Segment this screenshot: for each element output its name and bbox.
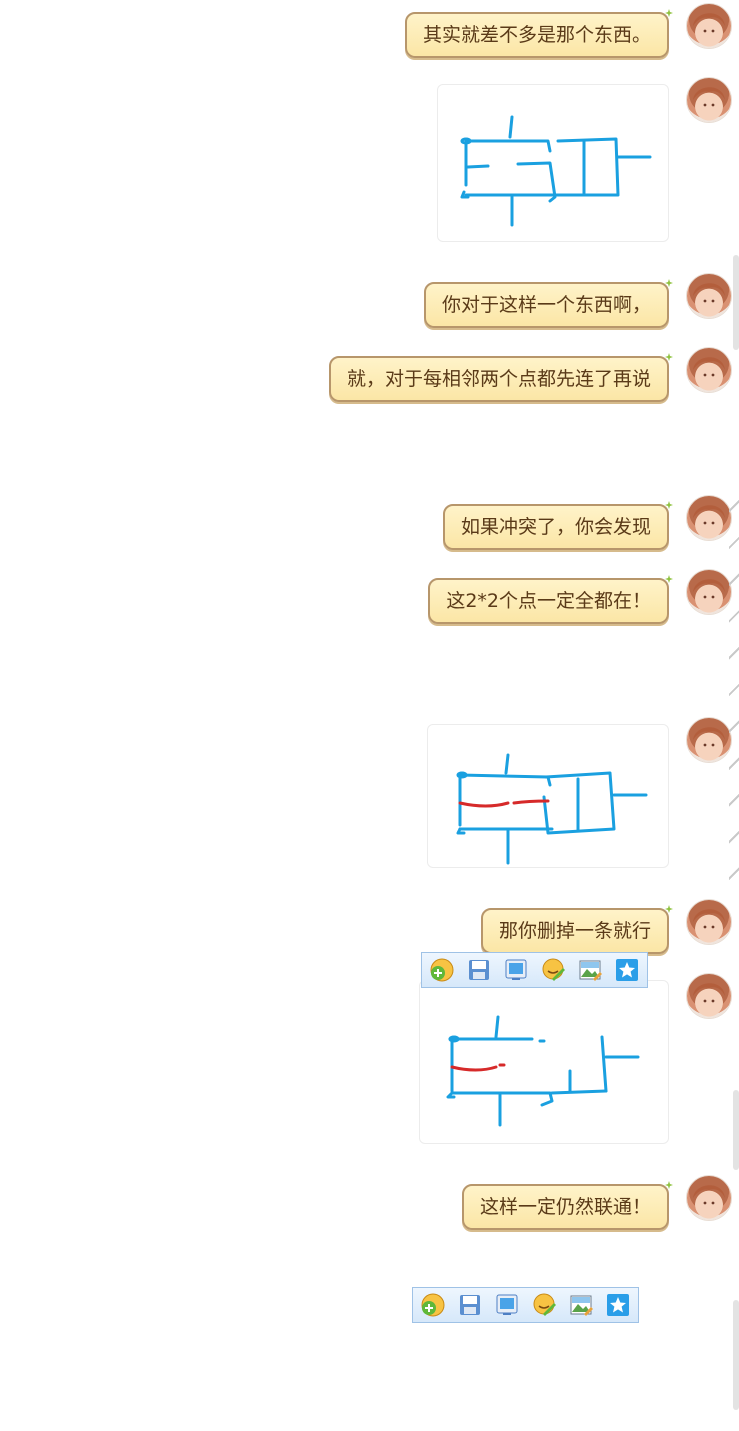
- emoji-add-icon: [421, 1293, 445, 1317]
- scrollbar-thumb[interactable]: [733, 1300, 739, 1410]
- image-message[interactable]: [419, 980, 669, 1144]
- message-bubble[interactable]: 如果冲突了，你会发现: [442, 504, 669, 550]
- image-edit-icon: [579, 960, 602, 981]
- favorite-button[interactable]: [604, 1291, 632, 1319]
- screen-icon: [505, 959, 527, 980]
- emoji-edit-button[interactable]: [539, 956, 567, 984]
- screen-button[interactable]: [502, 956, 530, 984]
- favorite-button[interactable]: [613, 956, 641, 984]
- sketch-image: [460, 115, 652, 227]
- avatar[interactable]: [687, 974, 731, 1018]
- avatar[interactable]: [687, 348, 731, 392]
- avatar[interactable]: [687, 78, 731, 122]
- emoji-edit-icon: [542, 958, 565, 981]
- scrollbar-thumb[interactable]: [733, 255, 739, 350]
- message-bubble[interactable]: 其实就差不多是那个东西。: [404, 12, 669, 58]
- image-edit-button[interactable]: [576, 956, 604, 984]
- screen-button[interactable]: [493, 1291, 521, 1319]
- emoji-edit-button[interactable]: [530, 1291, 558, 1319]
- emoji-add-button[interactable]: [428, 956, 456, 984]
- emoji-edit-icon: [533, 1293, 556, 1316]
- save-icon: [460, 1295, 480, 1315]
- message-bubble[interactable]: 那你删掉一条就行: [480, 908, 669, 954]
- avatar[interactable]: [687, 570, 731, 614]
- image-toolbar: [412, 1287, 639, 1323]
- message-bubble[interactable]: 这样一定仍然联通！: [461, 1184, 669, 1230]
- save-button[interactable]: [465, 956, 493, 984]
- save-icon: [469, 960, 489, 980]
- emoji-add-icon: [430, 958, 454, 982]
- avatar[interactable]: [687, 1176, 731, 1220]
- sketch-image: [446, 1015, 640, 1127]
- avatar[interactable]: [687, 496, 731, 540]
- scrollbar-thumb[interactable]: [733, 1090, 739, 1170]
- emoji-add-button[interactable]: [419, 1291, 447, 1319]
- message-bubble[interactable]: 就，对于每相邻两个点都先连了再说: [328, 356, 669, 402]
- favorite-star-icon: [616, 959, 638, 981]
- avatar[interactable]: [687, 274, 731, 318]
- avatar[interactable]: [687, 4, 731, 48]
- message-bubble[interactable]: 这2*2个点一定全都在！: [428, 578, 669, 624]
- image-message[interactable]: [437, 84, 669, 242]
- screen-icon: [496, 1294, 518, 1315]
- favorite-star-icon: [607, 1294, 629, 1316]
- avatar[interactable]: [687, 718, 731, 762]
- edge-decoration: [729, 490, 739, 890]
- image-edit-icon: [570, 1295, 593, 1316]
- sketch-image: [456, 753, 648, 865]
- image-edit-button[interactable]: [567, 1291, 595, 1319]
- avatar[interactable]: [687, 900, 731, 944]
- save-button[interactable]: [456, 1291, 484, 1319]
- image-message[interactable]: [427, 724, 669, 868]
- image-toolbar: [421, 952, 648, 988]
- message-bubble[interactable]: 你对于这样一个东西啊，: [423, 282, 669, 328]
